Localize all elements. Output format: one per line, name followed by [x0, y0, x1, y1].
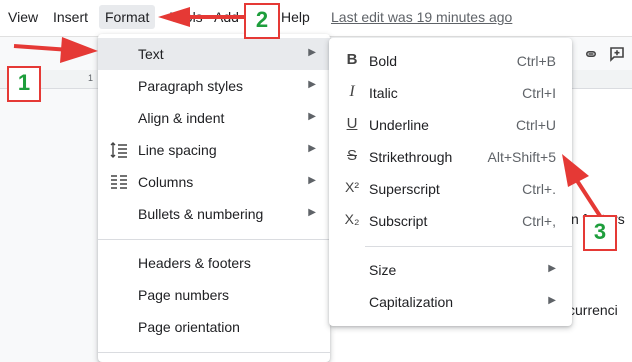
menu-format[interactable]: Format	[99, 5, 156, 29]
submenu-arrow-icon: ▶	[308, 143, 316, 154]
format-menu-page-orientation[interactable]: Page orientation	[98, 311, 330, 343]
submenu-arrow-icon: ▶	[308, 47, 316, 58]
text-submenu-bold[interactable]: B Bold Ctrl+B	[329, 45, 572, 77]
menu-insert[interactable]: Insert	[53, 9, 88, 25]
submenu-arrow-icon: ▶	[548, 263, 556, 274]
text-submenu-underline[interactable]: U Underline Ctrl+U	[329, 109, 572, 141]
link-icon[interactable]	[582, 45, 600, 63]
format-menu-align-indent[interactable]: Align & indent ▶	[98, 102, 330, 134]
menu-divider	[98, 239, 330, 240]
format-menu-headers-footers[interactable]: Headers & footers	[98, 247, 330, 279]
shortcut-label: Ctrl+I	[522, 85, 556, 101]
format-menu-paragraph-styles[interactable]: Paragraph styles ▶	[98, 70, 330, 102]
menu-item-label: Paragraph styles	[138, 78, 244, 94]
format-menu-columns[interactable]: Columns ▶	[98, 166, 330, 198]
submenu-arrow-icon: ▶	[308, 111, 316, 122]
menu-item-label: Page numbers	[138, 287, 230, 303]
italic-icon: I	[349, 83, 355, 100]
subscript-icon: X₂	[344, 211, 360, 227]
submenu-arrow-icon: ▶	[308, 207, 316, 218]
menu-help[interactable]: Help	[281, 9, 310, 25]
text-submenu-size[interactable]: Size ▶	[329, 254, 572, 286]
format-menu-page-numbers[interactable]: Page numbers	[98, 279, 330, 311]
strikethrough-icon: S	[346, 147, 357, 164]
last-edit-link[interactable]: Last edit was 19 minutes ago	[331, 9, 512, 25]
shortcut-label: Ctrl+B	[516, 53, 556, 69]
menu-item-label: Italic	[369, 85, 398, 101]
menu-view[interactable]: View	[8, 9, 38, 25]
menu-item-label: Strikethrough	[369, 149, 453, 165]
menu-item-label: Headers & footers	[138, 255, 251, 271]
submenu-arrow-icon: ▶	[308, 175, 316, 186]
shortcut-label: Alt+Shift+5	[487, 149, 557, 165]
menu-item-label: Bullets & numbering	[138, 206, 264, 222]
format-menu-line-spacing[interactable]: Line spacing ▶	[98, 134, 330, 166]
menu-item-label: Superscript	[369, 181, 440, 197]
bold-icon: B	[346, 51, 358, 68]
callout-1: 1	[7, 66, 41, 102]
text-submenu-subscript[interactable]: X₂ Subscript Ctrl+,	[329, 205, 572, 237]
submenu-arrow-icon: ▶	[548, 295, 556, 306]
text-submenu: B Bold Ctrl+B I Italic Ctrl+I U Underlin…	[329, 38, 572, 326]
superscript-icon: X²	[345, 179, 359, 195]
text-submenu-capitalization[interactable]: Capitalization ▶	[329, 286, 572, 318]
text-submenu-superscript[interactable]: X² Superscript Ctrl+.	[329, 173, 572, 205]
line-spacing-icon	[110, 142, 127, 158]
ruler-mark: 1	[88, 73, 94, 83]
callout-3: 3	[583, 215, 617, 251]
menu-item-label: Align & indent	[138, 110, 225, 126]
shortcut-label: Ctrl+U	[515, 117, 556, 133]
format-menu-text[interactable]: Text ▶	[98, 38, 330, 70]
menu-item-label: Columns	[138, 174, 194, 190]
menu-item-label: Capitalization	[369, 294, 454, 310]
format-menu: Text ▶ Paragraph styles ▶ Align & indent…	[98, 34, 330, 362]
shortcut-label: Ctrl+,	[522, 213, 556, 229]
submenu-arrow-icon: ▶	[308, 79, 316, 90]
menu-item-label: Size	[369, 262, 397, 278]
text-submenu-strikethrough[interactable]: S Strikethrough Alt+Shift+5	[329, 141, 572, 173]
columns-icon	[111, 175, 127, 189]
menu-divider	[365, 246, 572, 247]
add-comment-icon[interactable]	[608, 45, 626, 63]
menu-item-label: Text	[138, 46, 164, 62]
menu-item-label: Page orientation	[138, 319, 240, 335]
menu-item-label: Underline	[369, 117, 429, 133]
menu-item-label: Line spacing	[138, 142, 217, 158]
shortcut-label: Ctrl+.	[522, 181, 556, 197]
callout-2: 2	[244, 3, 280, 39]
text-submenu-italic[interactable]: I Italic Ctrl+I	[329, 77, 572, 109]
format-menu-bullets-numbering[interactable]: Bullets & numbering ▶	[98, 198, 330, 230]
menu-item-label: Bold	[369, 53, 398, 69]
menu-tools[interactable]: Tools	[170, 9, 203, 25]
underline-icon: U	[346, 115, 358, 132]
menu-bar: View Insert Format Tools Add-ons Help La…	[0, 0, 632, 36]
menu-divider	[98, 352, 330, 353]
menu-item-label: Subscript	[369, 213, 428, 229]
